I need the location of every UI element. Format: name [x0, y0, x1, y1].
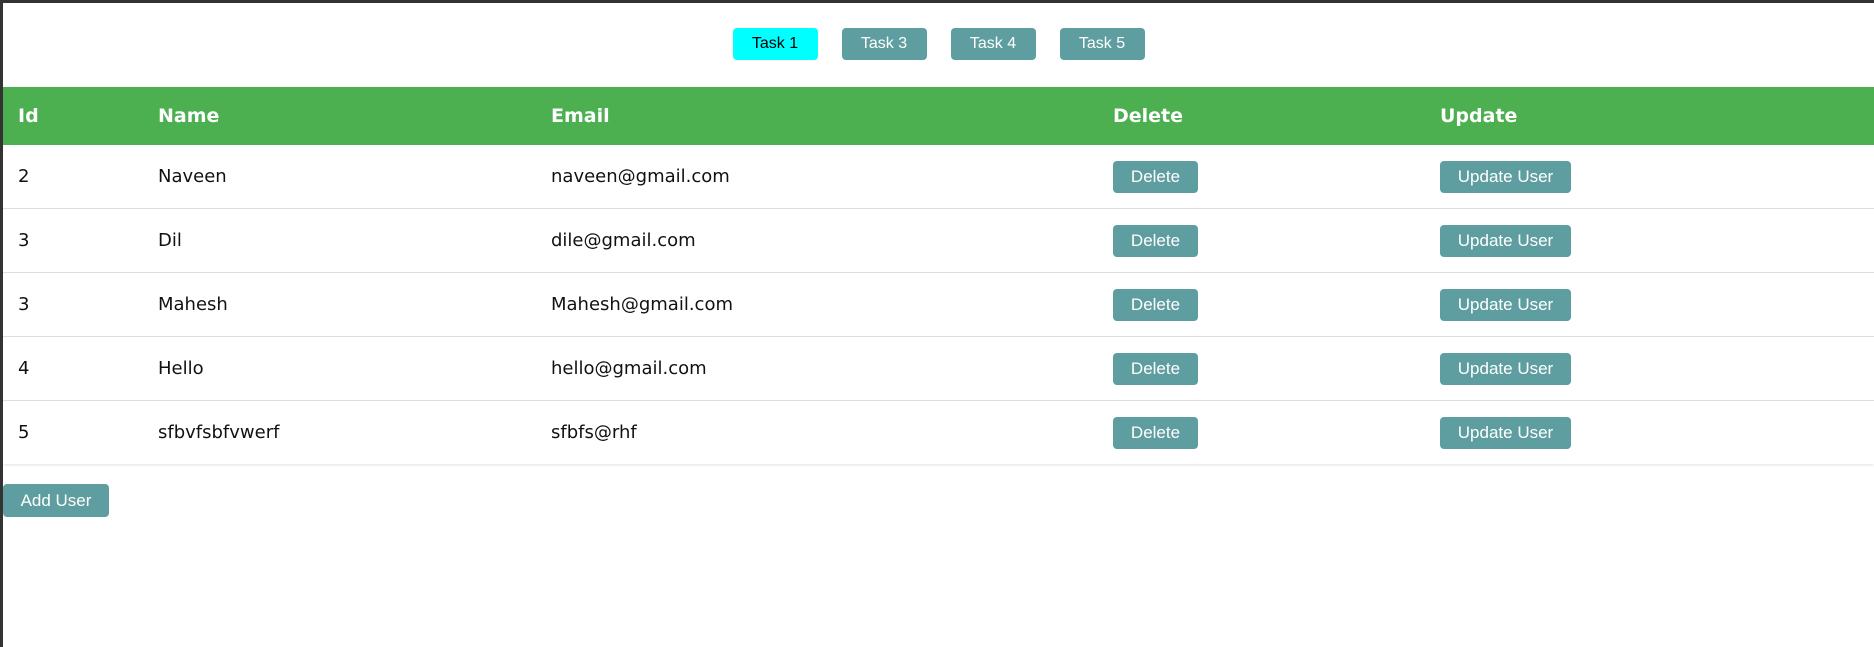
add-user-button[interactable]: Add User — [3, 484, 109, 517]
table-row: 3 Mahesh Mahesh@gmail.com Delete Update … — [3, 272, 1874, 337]
cell-delete: Delete — [1113, 401, 1440, 465]
cell-update: Update User — [1440, 401, 1874, 465]
column-header-name: Name — [158, 87, 551, 145]
update-user-button[interactable]: Update User — [1440, 352, 1571, 385]
cell-update: Update User — [1440, 336, 1874, 401]
cell-update: Update User — [1440, 208, 1874, 273]
cell-update: Update User — [1440, 145, 1874, 209]
cell-delete: Delete — [1113, 208, 1440, 273]
cell-name: Hello — [158, 336, 551, 401]
table-row: 5 sfbvfsbfvwerf sfbfs@rhf Delete Update … — [3, 401, 1874, 465]
delete-button[interactable]: Delete — [1113, 160, 1198, 193]
column-header-delete: Delete — [1113, 87, 1440, 145]
cell-email: naveen@gmail.com — [551, 145, 1113, 209]
cell-email: hello@gmail.com — [551, 336, 1113, 401]
table-row: 4 Hello hello@gmail.com Delete Update Us… — [3, 336, 1874, 401]
cell-id: 2 — [3, 145, 158, 209]
delete-button[interactable]: Delete — [1113, 352, 1198, 385]
cell-id: 4 — [3, 336, 158, 401]
cell-email: dile@gmail.com — [551, 208, 1113, 273]
cell-update: Update User — [1440, 272, 1874, 337]
task-tabs: Task 1 Task 3 Task 4 Task 5 — [3, 28, 1874, 60]
tab-task-4[interactable]: Task 4 — [950, 28, 1036, 60]
cell-email: Mahesh@gmail.com — [551, 272, 1113, 337]
update-user-button[interactable]: Update User — [1440, 416, 1571, 449]
cell-email: sfbfs@rhf — [551, 422, 637, 443]
users-table: Id Name Email Delete Update 2 Naveen nav… — [3, 87, 1874, 464]
tab-task-1[interactable]: Task 1 — [732, 28, 818, 60]
cell-id: 5 — [18, 422, 30, 443]
column-header-email: Email — [551, 87, 1113, 145]
table-row: 2 Naveen naveen@gmail.com Delete Update … — [3, 145, 1874, 209]
cell-id: 3 — [3, 272, 158, 337]
cell-name: sfbvfsbfvwerf — [158, 422, 280, 443]
delete-button[interactable]: Delete — [1113, 416, 1198, 449]
cell-id: 3 — [3, 208, 158, 273]
table-header-row: Id Name Email Delete Update — [3, 87, 1874, 145]
tab-task-5[interactable]: Task 5 — [1059, 28, 1145, 60]
update-user-button[interactable]: Update User — [1440, 288, 1571, 321]
cell-delete: Delete — [1113, 145, 1440, 209]
cell-name: Dil — [158, 208, 551, 273]
table-row: 3 Dil dile@gmail.com Delete Update User — [3, 208, 1874, 273]
update-user-button[interactable]: Update User — [1440, 160, 1571, 193]
tab-task-3[interactable]: Task 3 — [841, 28, 927, 60]
cell-name: Mahesh — [158, 272, 551, 337]
cell-delete: Delete — [1113, 336, 1440, 401]
delete-button[interactable]: Delete — [1113, 224, 1198, 257]
delete-button[interactable]: Delete — [1113, 288, 1198, 321]
cell-name: Naveen — [158, 145, 551, 209]
column-header-update: Update — [1440, 87, 1874, 145]
cell-delete: Delete — [1113, 272, 1440, 337]
app-window: Task 1 Task 3 Task 4 Task 5 Id Name Emai… — [3, 3, 1874, 647]
column-header-id: Id — [3, 87, 158, 145]
update-user-button[interactable]: Update User — [1440, 224, 1571, 257]
